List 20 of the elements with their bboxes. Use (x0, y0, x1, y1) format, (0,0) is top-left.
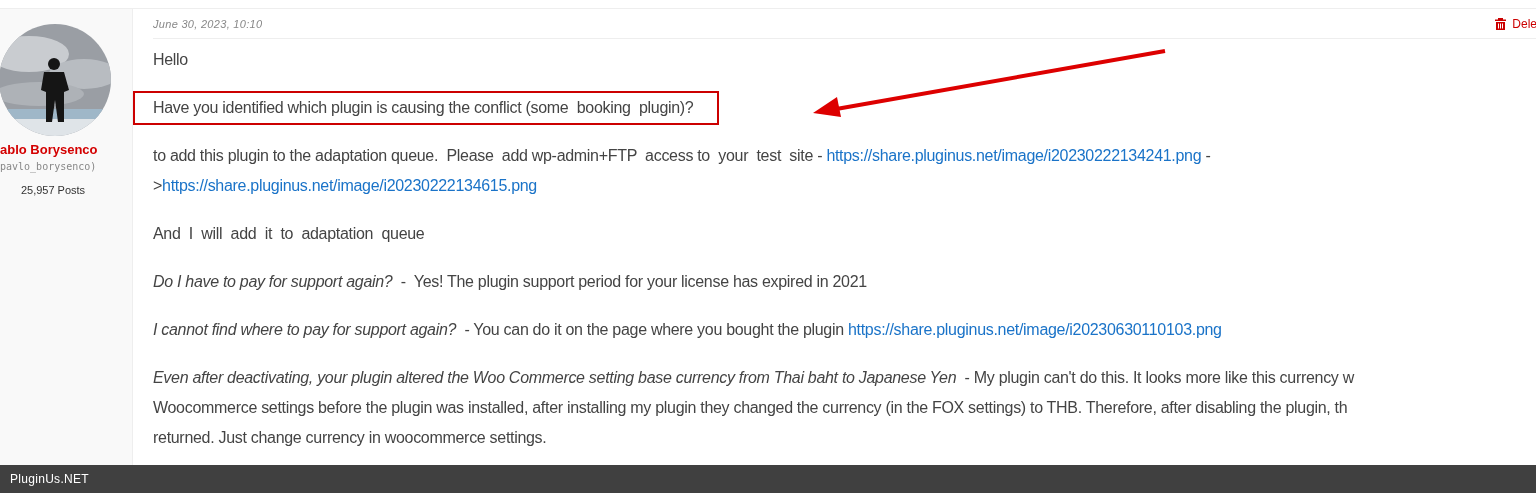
paragraph-line: returned. Just change currency in woocommerce settings. (153, 429, 547, 446)
paragraph-line: Woocommerce settings before the plugin was installed, after installing my plugin they changed the currency (in the FOX settings) to THB. Therefore, after disabling the plugin, th (153, 399, 1348, 416)
paragraph-line: And I will add it to adaptation queue (153, 225, 425, 242)
paragraph-line: to add this plugin to the adaptation queue. Please add wp-admin+FTP access to your test site - https://share.pluginus.net/image/i20230222134241.png - (153, 147, 1211, 164)
paragraph-line: Do I have to pay for support again? - Yes! The plugin support period for your license has expired in 2021 (153, 273, 867, 290)
author-name[interactable]: ablo Borysenco (0, 142, 98, 157)
paragraph-line: Have you identified which plugin is causing the conflict (some booking plugin)? (153, 99, 694, 116)
paragraph-line: I cannot find where to pay for support again? - You can do it on the page where you bought the plugin https://share.pluginus.net/image/i20230630110103.png (153, 321, 1222, 338)
site-brand[interactable]: PluginUs.NET (10, 472, 89, 486)
post-count: 25,957 Posts (20, 184, 86, 196)
paragraph-line: Hello (153, 51, 188, 68)
delete-link[interactable]: Dele (1495, 16, 1536, 31)
author-handle: pavlo_borysenco) (0, 161, 97, 172)
link[interactable]: https://share.pluginus.net/image/i20230630110103.png (847, 321, 1222, 338)
paragraph-line: Even after deactivating, your plugin altered the Woo Commerce setting base currency from Thai baht to Japanese Yen - My plugin can't do this. It looks more like this currency w (153, 369, 1354, 386)
trash-icon (1495, 17, 1507, 30)
link[interactable]: https://share.pluginus.net/image/i20230222134615.png (162, 177, 537, 194)
paragraph-line: >https://share.pluginus.net/image/i20230222134615.png (153, 177, 537, 194)
link[interactable]: https://share.pluginus.net/image/i20230222134241.png (826, 147, 1202, 164)
post-date: June 30, 2023, 10:10 (153, 17, 263, 30)
